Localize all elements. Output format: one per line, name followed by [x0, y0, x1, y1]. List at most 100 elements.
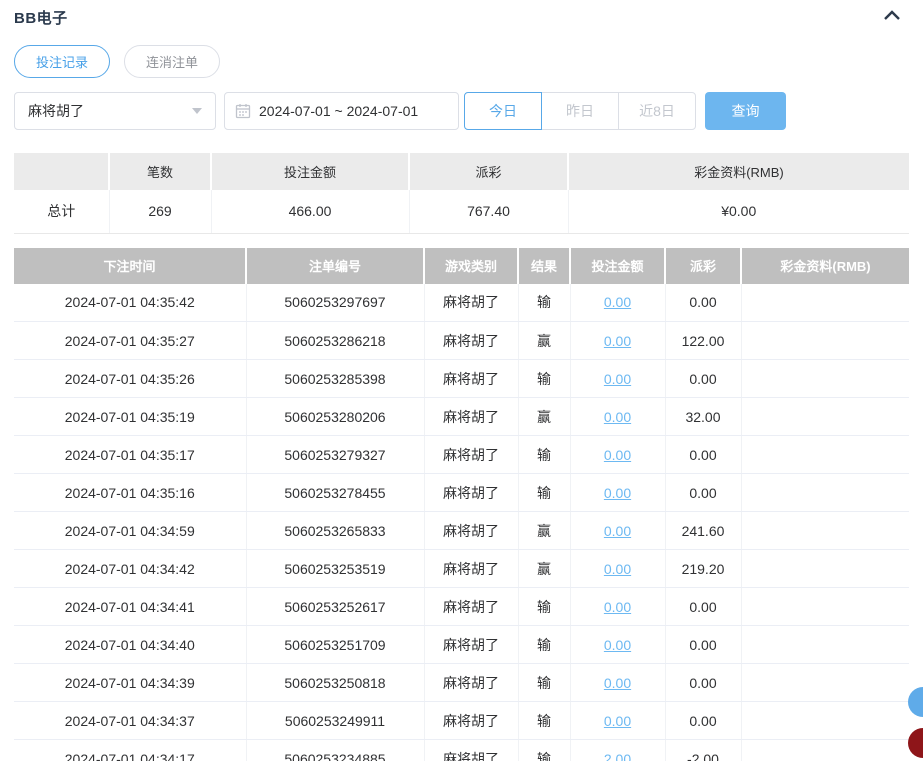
bet-amount-link[interactable]: 0.00 [604, 485, 631, 501]
order-number-cell: 5060253279327 [246, 436, 424, 474]
summary-column-header: 投注金额 [211, 153, 409, 190]
tab-cancelled-orders[interactable]: 连消注单 [124, 45, 220, 78]
bonus-cell [741, 702, 909, 740]
bet-amount-cell: 2.00 [570, 740, 665, 761]
quick-range-today[interactable]: 今日 [464, 92, 542, 130]
summary-column-header: 派彩 [409, 153, 568, 190]
bet-time-cell: 2024-07-01 04:35:42 [14, 284, 246, 322]
tab-bet-records[interactable]: 投注记录 [14, 45, 110, 78]
bonus-cell [741, 740, 909, 761]
bet-amount-link[interactable]: 0.00 [604, 333, 631, 349]
quick-range-yesterday[interactable]: 昨日 [541, 92, 619, 130]
payout-cell: 122.00 [665, 322, 741, 360]
bet-amount-link[interactable]: 0.00 [604, 675, 631, 691]
result-cell: 赢 [518, 550, 570, 588]
table-row: 2024-07-01 04:34:405060253251709麻将胡了输0.0… [14, 626, 909, 664]
bet-amount-link[interactable]: 0.00 [604, 409, 631, 425]
bonus-cell [741, 474, 909, 512]
bet-amount-link[interactable]: 0.00 [604, 294, 631, 310]
bet-time-cell: 2024-07-01 04:34:42 [14, 550, 246, 588]
records-header-row: 下注时间注单编号游戏类别结果投注金额派彩彩金资料(RMB) [14, 248, 909, 284]
summary-table: 笔数投注金额派彩彩金资料(RMB) 总计 269 466.00 767.40 ¥… [14, 153, 909, 234]
table-row: 2024-07-01 04:35:275060253286218麻将胡了赢0.0… [14, 322, 909, 360]
bet-amount-cell: 0.00 [570, 398, 665, 436]
order-number-cell: 5060253297697 [246, 284, 424, 322]
result-cell: 赢 [518, 398, 570, 436]
quick-range-last-8-days[interactable]: 近8日 [618, 92, 696, 130]
bet-time-cell: 2024-07-01 04:35:26 [14, 360, 246, 398]
records-column-header: 注单编号 [246, 248, 424, 284]
bet-amount-cell: 0.00 [570, 664, 665, 702]
bet-time-cell: 2024-07-01 04:34:41 [14, 588, 246, 626]
bet-amount-cell: 0.00 [570, 702, 665, 740]
summary-header-row: 笔数投注金额派彩彩金资料(RMB) [14, 153, 909, 190]
result-cell: 输 [518, 588, 570, 626]
result-cell: 赢 [518, 322, 570, 360]
bonus-cell [741, 588, 909, 626]
table-row: 2024-07-01 04:35:265060253285398麻将胡了输0.0… [14, 360, 909, 398]
summary-count: 269 [109, 190, 211, 233]
order-number-cell: 5060253252617 [246, 588, 424, 626]
bonus-cell [741, 512, 909, 550]
query-button[interactable]: 查询 [705, 92, 786, 130]
game-type-cell: 麻将胡了 [424, 474, 518, 512]
payout-cell: 32.00 [665, 398, 741, 436]
bet-amount-link[interactable]: 0.00 [604, 637, 631, 653]
game-select-value: 麻将胡了 [28, 101, 84, 121]
game-select[interactable]: 麻将胡了 [14, 92, 216, 130]
game-type-cell: 麻将胡了 [424, 550, 518, 588]
bet-amount-link[interactable]: 0.00 [604, 561, 631, 577]
game-type-cell: 麻将胡了 [424, 664, 518, 702]
result-cell: 输 [518, 474, 570, 512]
table-row: 2024-07-01 04:34:595060253265833麻将胡了赢0.0… [14, 512, 909, 550]
bet-time-cell: 2024-07-01 04:35:16 [14, 474, 246, 512]
summary-bonus: ¥0.00 [568, 190, 909, 233]
bet-amount-link[interactable]: 0.00 [604, 371, 631, 387]
game-type-cell: 麻将胡了 [424, 740, 518, 761]
bet-amount-link[interactable]: 0.00 [604, 523, 631, 539]
order-number-cell: 5060253249911 [246, 702, 424, 740]
result-cell: 输 [518, 436, 570, 474]
summary-total-row: 总计 269 466.00 767.40 ¥0.00 [14, 190, 909, 233]
bonus-cell [741, 626, 909, 664]
filter-bar: 麻将胡了 2024-07-01 ~ 2024-07-01 今日 昨日 近8日 查… [14, 92, 909, 130]
payout-cell: 241.60 [665, 512, 741, 550]
order-number-cell: 5060253251709 [246, 626, 424, 664]
result-cell: 输 [518, 626, 570, 664]
result-cell: 输 [518, 664, 570, 702]
payout-cell: 0.00 [665, 702, 741, 740]
result-cell: 赢 [518, 512, 570, 550]
summary-payout: 767.40 [409, 190, 568, 233]
quick-range-group: 今日 昨日 近8日 [464, 92, 696, 130]
collapse-button[interactable] [881, 6, 903, 28]
date-range-picker[interactable]: 2024-07-01 ~ 2024-07-01 [224, 92, 459, 130]
bet-amount-cell: 0.00 [570, 588, 665, 626]
table-row: 2024-07-01 04:35:195060253280206麻将胡了赢0.0… [14, 398, 909, 436]
bet-time-cell: 2024-07-01 04:34:37 [14, 702, 246, 740]
order-number-cell: 5060253250818 [246, 664, 424, 702]
bet-amount-link[interactable]: 0.00 [604, 599, 631, 615]
order-number-cell: 5060253253519 [246, 550, 424, 588]
bonus-cell [741, 436, 909, 474]
record-type-tabs: 投注记录 连消注单 [14, 45, 909, 78]
table-row: 2024-07-01 04:35:165060253278455麻将胡了输0.0… [14, 474, 909, 512]
bet-amount-link[interactable]: 0.00 [604, 447, 631, 463]
records-column-header: 派彩 [665, 248, 741, 284]
bet-amount-cell: 0.00 [570, 360, 665, 398]
order-number-cell: 5060253280206 [246, 398, 424, 436]
order-number-cell: 5060253285398 [246, 360, 424, 398]
summary-column-header [14, 153, 109, 190]
bet-records-panel: BB电子 投注记录 连消注单 麻将胡了 [0, 0, 923, 761]
game-type-cell: 麻将胡了 [424, 360, 518, 398]
summary-total-label: 总计 [14, 190, 109, 233]
bet-amount-link[interactable]: 2.00 [604, 751, 631, 761]
bet-time-cell: 2024-07-01 04:35:17 [14, 436, 246, 474]
summary-bet-amount: 466.00 [211, 190, 409, 233]
bet-time-cell: 2024-07-01 04:34:59 [14, 512, 246, 550]
date-range-value: 2024-07-01 ~ 2024-07-01 [259, 103, 418, 119]
game-type-cell: 麻将胡了 [424, 398, 518, 436]
bet-amount-link[interactable]: 0.00 [604, 713, 631, 729]
caret-down-icon [192, 108, 202, 114]
order-number-cell: 5060253286218 [246, 322, 424, 360]
table-row: 2024-07-01 04:34:175060253234885麻将胡了输2.0… [14, 740, 909, 761]
